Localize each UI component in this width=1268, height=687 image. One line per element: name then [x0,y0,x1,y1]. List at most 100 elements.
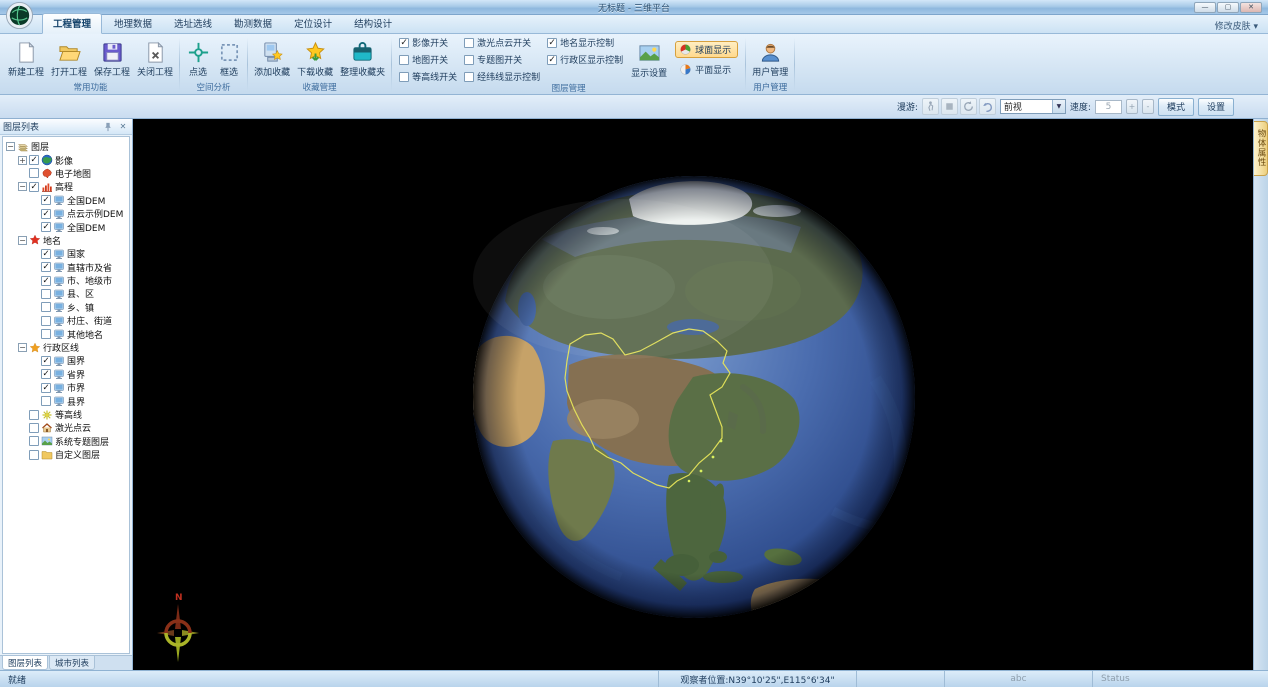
tree-item-等高线[interactable]: 等高线 [3,408,129,421]
speed-decrease-button[interactable]: - [1142,99,1154,114]
button-球面显示[interactable]: 球面显示 [675,41,738,58]
expander-minus-icon[interactable]: − [18,343,27,352]
expander-plus-icon[interactable]: + [18,156,27,165]
tree-checkbox[interactable]: ✓ [41,369,51,379]
tree-item-县界[interactable]: 县界 [3,394,129,407]
tree-item-国界[interactable]: ✓国界 [3,354,129,367]
tree-checkbox[interactable] [29,168,39,178]
tree-checkbox[interactable]: ✓ [29,155,39,165]
tree-item-行政区线[interactable]: −行政区线 [3,341,129,354]
tree-checkbox[interactable] [41,329,51,339]
tree-item-系统专题图层[interactable]: 系统专题图层 [3,435,129,448]
tree-checkbox[interactable] [29,450,39,460]
tree-item-市界[interactable]: ✓市界 [3,381,129,394]
checkbox-box[interactable] [399,55,409,65]
button-下载收藏[interactable]: 下载收藏 [294,39,336,79]
checkbox-box[interactable]: ✓ [547,55,557,65]
button-显示设置[interactable]: 显示设置 [628,40,670,80]
button-新建工程[interactable]: 新建工程 [5,39,47,79]
tree-item-直辖市及省[interactable]: ✓直辖市及省 [3,261,129,274]
checkbox-影像开关[interactable]: ✓影像开关 [399,36,457,49]
tree-checkbox[interactable]: ✓ [41,209,51,219]
panel-tab-城市列表[interactable]: 城市列表 [49,656,95,670]
expander-minus-icon[interactable]: − [18,182,27,191]
tree-checkbox[interactable]: ✓ [41,195,51,205]
checkbox-box[interactable]: ✓ [399,38,409,48]
checkbox-行政区显示控制[interactable]: ✓行政区显示控制 [547,53,623,66]
tree-checkbox[interactable]: ✓ [41,383,51,393]
checkbox-专题图开关[interactable]: 专题图开关 [464,53,540,66]
tree-item-电子地图[interactable]: 电子地图 [3,167,129,180]
tree-checkbox[interactable] [41,396,51,406]
maximize-button[interactable]: ▢ [1217,2,1239,13]
close-button[interactable]: ✕ [1240,2,1262,13]
tree-item-全国DEM[interactable]: ✓全国DEM [3,220,129,233]
expander-minus-icon[interactable]: − [18,236,27,245]
roam-undo-button[interactable] [979,98,996,115]
tree-item-村庄、街道[interactable]: 村庄、街道 [3,314,129,327]
checkbox-地名显示控制[interactable]: ✓地名显示控制 [547,36,623,49]
tree-item-其他地名[interactable]: 其他地名 [3,327,129,340]
button-添加收藏[interactable]: 添加收藏 [251,39,293,79]
tree-checkbox[interactable]: ✓ [41,249,51,259]
tree-checkbox[interactable] [41,302,51,312]
object-properties-tab[interactable]: 物体属性 [1254,121,1268,176]
tree-item-乡、镇[interactable]: 乡、镇 [3,301,129,314]
minimize-button[interactable]: — [1194,2,1216,13]
button-保存工程[interactable]: 保存工程 [91,39,133,79]
app-menu-button[interactable] [5,1,34,30]
tree-checkbox[interactable]: ✓ [41,222,51,232]
checkbox-box[interactable] [464,38,474,48]
tree-checkbox[interactable] [29,423,39,433]
tree-item-点云示例DEM[interactable]: ✓点云示例DEM [3,207,129,220]
checkbox-经纬线显示控制[interactable]: 经纬线显示控制 [464,70,540,83]
tree-checkbox[interactable]: ✓ [41,262,51,272]
speed-input[interactable]: 5 [1095,100,1122,114]
tree-item-地名[interactable]: −地名 [3,234,129,247]
tab-地理数据[interactable]: 地理数据 [104,14,162,33]
tree-checkbox[interactable] [29,410,39,420]
view-direction-select[interactable]: 前视 ▼ [1000,99,1066,114]
change-skin-menu[interactable]: 修改皮肤 ▾ [1215,19,1258,32]
globe-viewport[interactable]: N [133,119,1253,670]
tab-工程管理[interactable]: 工程管理 [42,13,102,34]
button-整理收藏夹[interactable]: 整理收藏夹 [337,39,388,79]
tree-item-影像[interactable]: +✓影像 [3,153,129,166]
tree-item-县、区[interactable]: 县、区 [3,287,129,300]
checkbox-box[interactable]: ✓ [547,38,557,48]
tab-结构设计[interactable]: 结构设计 [344,14,402,33]
pin-icon[interactable] [102,121,114,133]
expander-minus-icon[interactable]: − [6,142,15,151]
tree-checkbox[interactable] [29,436,39,446]
tab-勘测数据[interactable]: 勘测数据 [224,14,282,33]
tree-item-激光点云[interactable]: 激光点云 [3,421,129,434]
tree-checkbox[interactable]: ✓ [41,276,51,286]
button-框选[interactable]: 框选 [214,39,244,79]
tree-checkbox[interactable] [41,289,51,299]
tree-item-高程[interactable]: −✓高程 [3,180,129,193]
tree-checkbox[interactable]: ✓ [41,356,51,366]
checkbox-地图开关[interactable]: 地图开关 [399,53,457,66]
roam-stop-button[interactable] [941,98,958,115]
tab-定位设计[interactable]: 定位设计 [284,14,342,33]
checkbox-box[interactable] [399,72,409,82]
checkbox-激光点云开关[interactable]: 激光点云开关 [464,36,540,49]
close-panel-icon[interactable]: ✕ [117,121,129,133]
tree-item-省界[interactable]: ✓省界 [3,368,129,381]
tree-item-国家[interactable]: ✓国家 [3,247,129,260]
button-用户管理[interactable]: 用户管理 [749,39,791,79]
settings-button[interactable]: 设置 [1198,98,1234,116]
button-点选[interactable]: 点选 [183,39,213,79]
tree-item-自定义图层[interactable]: 自定义图层 [3,448,129,461]
tree-checkbox[interactable]: ✓ [29,182,39,192]
button-平面显示[interactable]: 平面显示 [675,61,738,78]
checkbox-box[interactable] [464,55,474,65]
checkbox-box[interactable] [464,72,474,82]
speed-increase-button[interactable]: + [1126,99,1138,114]
button-关闭工程[interactable]: 关闭工程 [134,39,176,79]
button-打开工程[interactable]: 打开工程 [48,39,90,79]
tree-checkbox[interactable] [41,316,51,326]
roam-walk-button[interactable] [922,98,939,115]
tree-item-市、地级市[interactable]: ✓市、地级市 [3,274,129,287]
checkbox-等高线开关[interactable]: 等高线开关 [399,70,457,83]
